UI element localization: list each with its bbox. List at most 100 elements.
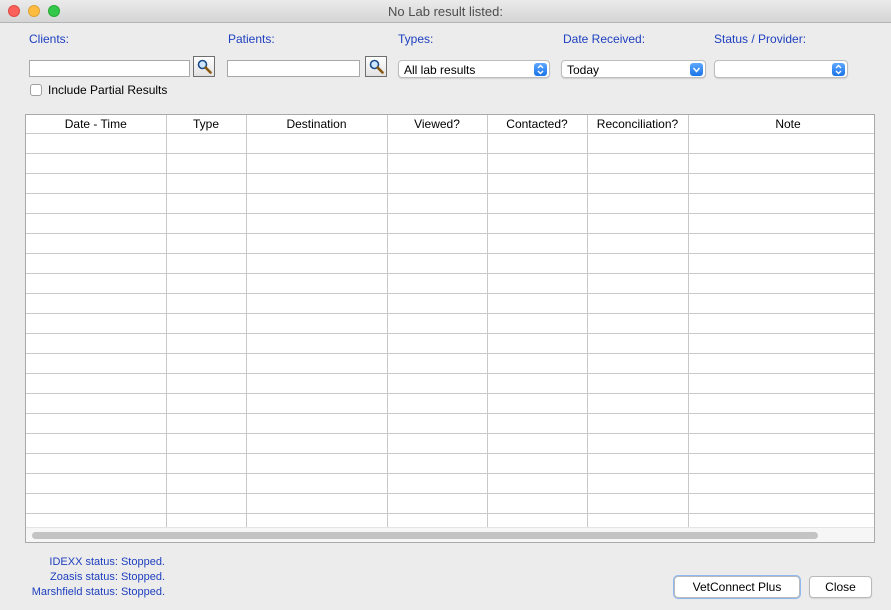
table-row[interactable] xyxy=(26,413,874,434)
table-cell[interactable] xyxy=(26,453,167,474)
patients-lookup-button[interactable] xyxy=(365,56,387,77)
table-cell[interactable] xyxy=(166,233,247,254)
table-cell[interactable] xyxy=(688,213,874,234)
table-cell[interactable] xyxy=(26,473,167,494)
column-header-contacted[interactable]: Contacted? xyxy=(487,115,588,134)
table-cell[interactable] xyxy=(166,173,247,194)
table-cell[interactable] xyxy=(246,413,388,434)
table-cell[interactable] xyxy=(487,293,588,314)
table-cell[interactable] xyxy=(387,133,488,154)
table-cell[interactable] xyxy=(487,213,588,234)
horizontal-scrollbar[interactable] xyxy=(26,527,874,542)
table-cell[interactable] xyxy=(246,353,388,374)
column-header-viewed[interactable]: Viewed? xyxy=(387,115,488,134)
table-row[interactable] xyxy=(26,393,874,414)
table-cell[interactable] xyxy=(688,273,874,294)
table-cell[interactable] xyxy=(688,373,874,394)
table-cell[interactable] xyxy=(166,313,247,334)
table-cell[interactable] xyxy=(166,473,247,494)
table-cell[interactable] xyxy=(688,153,874,174)
table-cell[interactable] xyxy=(246,313,388,334)
table-cell[interactable] xyxy=(387,193,488,214)
table-cell[interactable] xyxy=(487,373,588,394)
table-cell[interactable] xyxy=(166,253,247,274)
scrollbar-thumb[interactable] xyxy=(32,532,818,539)
table-cell[interactable] xyxy=(26,133,167,154)
table-row[interactable] xyxy=(26,193,874,214)
table-cell[interactable] xyxy=(26,373,167,394)
table-cell[interactable] xyxy=(246,393,388,414)
table-row[interactable] xyxy=(26,213,874,234)
table-cell[interactable] xyxy=(246,433,388,454)
table-cell[interactable] xyxy=(587,233,689,254)
table-cell[interactable] xyxy=(487,413,588,434)
table-cell[interactable] xyxy=(26,313,167,334)
table-cell[interactable] xyxy=(387,213,488,234)
status-provider-select[interactable] xyxy=(714,60,848,78)
table-cell[interactable] xyxy=(26,213,167,234)
table-cell[interactable] xyxy=(387,153,488,174)
table-cell[interactable] xyxy=(487,173,588,194)
table-cell[interactable] xyxy=(26,273,167,294)
table-cell[interactable] xyxy=(166,213,247,234)
table-cell[interactable] xyxy=(166,393,247,414)
clients-lookup-button[interactable] xyxy=(193,56,215,77)
table-cell[interactable] xyxy=(587,373,689,394)
table-cell[interactable] xyxy=(587,133,689,154)
table-cell[interactable] xyxy=(487,253,588,274)
table-cell[interactable] xyxy=(487,353,588,374)
table-cell[interactable] xyxy=(387,413,488,434)
table-cell[interactable] xyxy=(387,313,488,334)
table-cell[interactable] xyxy=(587,153,689,174)
table-cell[interactable] xyxy=(166,153,247,174)
table-cell[interactable] xyxy=(587,193,689,214)
table-cell[interactable] xyxy=(587,213,689,234)
table-cell[interactable] xyxy=(166,193,247,214)
table-cell[interactable] xyxy=(166,413,247,434)
table-row[interactable] xyxy=(26,173,874,194)
column-header-date-time[interactable]: Date - Time xyxy=(26,115,167,134)
table-cell[interactable] xyxy=(487,193,588,214)
table-row[interactable] xyxy=(26,273,874,294)
table-cell[interactable] xyxy=(487,453,588,474)
table-cell[interactable] xyxy=(387,433,488,454)
table-cell[interactable] xyxy=(166,273,247,294)
table-cell[interactable] xyxy=(387,473,488,494)
table-cell[interactable] xyxy=(587,473,689,494)
table-row[interactable] xyxy=(26,493,874,514)
table-cell[interactable] xyxy=(387,273,488,294)
table-row[interactable] xyxy=(26,473,874,494)
table-cell[interactable] xyxy=(587,453,689,474)
table-cell[interactable] xyxy=(688,353,874,374)
close-button[interactable]: Close xyxy=(809,576,872,598)
clients-input[interactable] xyxy=(29,60,190,77)
table-cell[interactable] xyxy=(246,333,388,354)
lab-results-table[interactable]: Date - Time Type Destination Viewed? Con… xyxy=(25,114,875,543)
table-cell[interactable] xyxy=(688,293,874,314)
table-cell[interactable] xyxy=(246,253,388,274)
table-cell[interactable] xyxy=(487,133,588,154)
column-header-note[interactable]: Note xyxy=(688,115,874,134)
table-cell[interactable] xyxy=(587,293,689,314)
column-header-reconciliation[interactable]: Reconciliation? xyxy=(587,115,689,134)
table-cell[interactable] xyxy=(387,253,488,274)
table-cell[interactable] xyxy=(387,293,488,314)
table-cell[interactable] xyxy=(587,313,689,334)
table-cell[interactable] xyxy=(26,153,167,174)
table-cell[interactable] xyxy=(26,493,167,514)
table-cell[interactable] xyxy=(246,233,388,254)
table-cell[interactable] xyxy=(688,413,874,434)
table-cell[interactable] xyxy=(688,193,874,214)
table-cell[interactable] xyxy=(688,333,874,354)
table-cell[interactable] xyxy=(487,273,588,294)
table-cell[interactable] xyxy=(587,273,689,294)
table-cell[interactable] xyxy=(487,153,588,174)
table-cell[interactable] xyxy=(487,433,588,454)
table-row[interactable] xyxy=(26,313,874,334)
table-cell[interactable] xyxy=(387,353,488,374)
table-cell[interactable] xyxy=(166,453,247,474)
table-cell[interactable] xyxy=(387,493,488,514)
table-cell[interactable] xyxy=(26,233,167,254)
table-cell[interactable] xyxy=(166,293,247,314)
table-cell[interactable] xyxy=(26,253,167,274)
